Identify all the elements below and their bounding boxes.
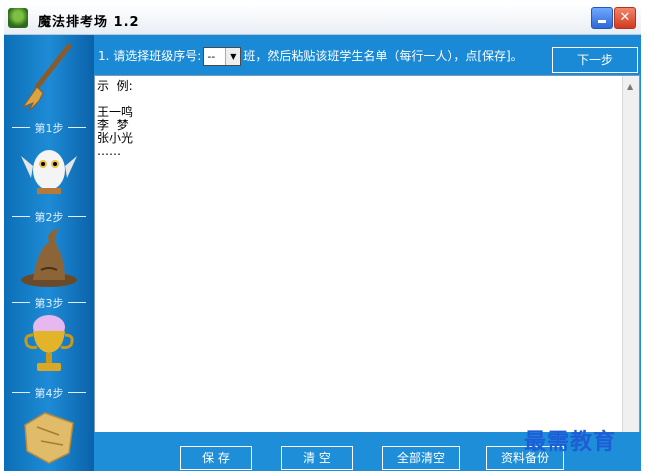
scroll-up-icon[interactable]: ▲: [627, 82, 633, 91]
class-select[interactable]: -- ▼: [203, 47, 242, 66]
next-step-button[interactable]: 下一步: [552, 47, 638, 73]
step-3-label: 第3步: [10, 295, 88, 311]
title-bar: 魔法排考场 1.2 ✕: [4, 4, 641, 35]
student-list-textarea[interactable]: 示 例: 王一鸣 李 梦 张小光 …… ▲: [94, 75, 640, 433]
app-logo-icon: [8, 8, 28, 28]
class-select-value: --: [207, 50, 216, 63]
minimize-button[interactable]: [591, 7, 613, 29]
clear-all-button[interactable]: 全部清空: [382, 446, 460, 470]
map-icon[interactable]: [19, 405, 79, 465]
broom-icon: [19, 41, 79, 112]
instruction-prefix: 1. 请选择班级序号:: [98, 49, 202, 63]
save-button[interactable]: 保 存: [180, 446, 252, 470]
step-sidebar: 第1步 第2步 第3步 第4步: [4, 35, 94, 471]
close-button[interactable]: ✕: [614, 7, 636, 29]
main-panel: 1. 请选择班级序号: -- ▼ 班，然后粘贴该班学生名单（每行一人），点[保存]。 …: [94, 35, 641, 471]
sorting-hat-icon[interactable]: [19, 226, 79, 287]
clear-button[interactable]: 清 空: [281, 446, 353, 470]
instruction-text: 1. 请选择班级序号: -- ▼ 班，然后粘贴该班学生名单（每行一人），点[保存]。: [98, 47, 523, 66]
owl-icon[interactable]: [19, 138, 79, 198]
step-1-label: 第1步: [10, 120, 88, 136]
watermark: 最需教育: [524, 429, 617, 455]
instruction-bar: 1. 请选择班级序号: -- ▼ 班，然后粘贴该班学生名单（每行一人），点[保存]。 …: [94, 35, 641, 75]
instruction-suffix: 班，然后粘贴该班学生名单（每行一人），点[保存]。: [243, 49, 523, 63]
step-2-label: 第2步: [10, 209, 88, 225]
chevron-down-icon[interactable]: ▼: [225, 48, 241, 65]
student-list-content[interactable]: 示 例: 王一鸣 李 梦 张小光 ……: [97, 80, 133, 158]
app-window: 魔法排考场 1.2 ✕ 第1步 第2步 第3步 第4步 1. 请选择班级序号: …: [4, 4, 641, 471]
vertical-scrollbar[interactable]: ▲: [622, 76, 639, 432]
step-4-label: 第4步: [10, 385, 88, 401]
trophy-icon[interactable]: [19, 313, 79, 373]
window-title: 魔法排考场 1.2: [38, 15, 140, 30]
